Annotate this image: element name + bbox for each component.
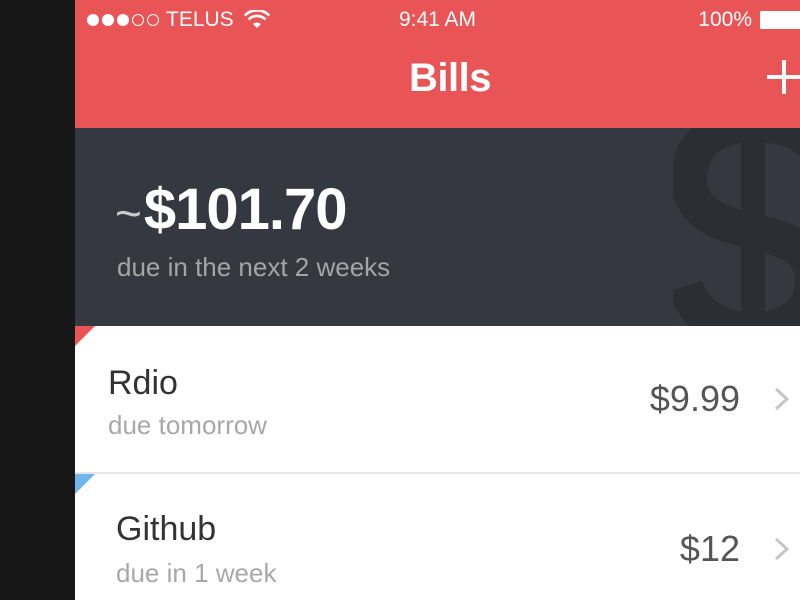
- navigation-bar: Bills: [75, 40, 800, 128]
- app-screen: TELUS 9:41 AM 100% Bills ~ $101.70 due i…: [75, 0, 800, 600]
- chevron-right-icon: [774, 537, 790, 561]
- chevron-right-icon: [774, 387, 790, 411]
- dollar-sign-icon: [673, 128, 800, 326]
- device-bezel: [0, 0, 75, 600]
- bill-due-date: due in 1 week: [116, 558, 277, 588]
- total-summary: ~ $101.70 due in the next 2 weeks: [75, 128, 800, 326]
- add-bill-button[interactable]: [767, 60, 800, 94]
- battery-status: 100%: [698, 8, 800, 32]
- bill-name: Github: [116, 510, 217, 548]
- bill-row-rdio[interactable]: Rdio due tomorrow $9.99: [75, 326, 800, 474]
- bill-amount: $9.99: [649, 378, 740, 419]
- status-time: 9:41 AM: [398, 8, 477, 31]
- bill-amount: $12: [679, 528, 740, 569]
- battery-icon: [760, 11, 800, 29]
- bill-due-date: due tomorrow: [108, 410, 267, 440]
- status-bar: TELUS 9:41 AM 100%: [75, 0, 800, 40]
- bill-category-tag: [75, 326, 95, 346]
- bill-row-github[interactable]: Github due in 1 week $12: [75, 474, 800, 600]
- bill-category-tag: [75, 474, 95, 494]
- total-subtitle: due in the next 2 weeks: [117, 252, 391, 282]
- bill-name: Rdio: [108, 364, 178, 402]
- battery-percent: 100%: [698, 8, 752, 31]
- page-title: Bills: [409, 56, 491, 100]
- app-header: TELUS 9:41 AM 100% Bills: [75, 0, 800, 128]
- total-amount-row: ~ $101.70: [115, 176, 348, 243]
- approx-symbol: ~: [115, 187, 142, 239]
- total-amount: $101.70: [143, 177, 348, 242]
- bill-list: Rdio due tomorrow $9.99 Github due in 1 …: [75, 326, 800, 600]
